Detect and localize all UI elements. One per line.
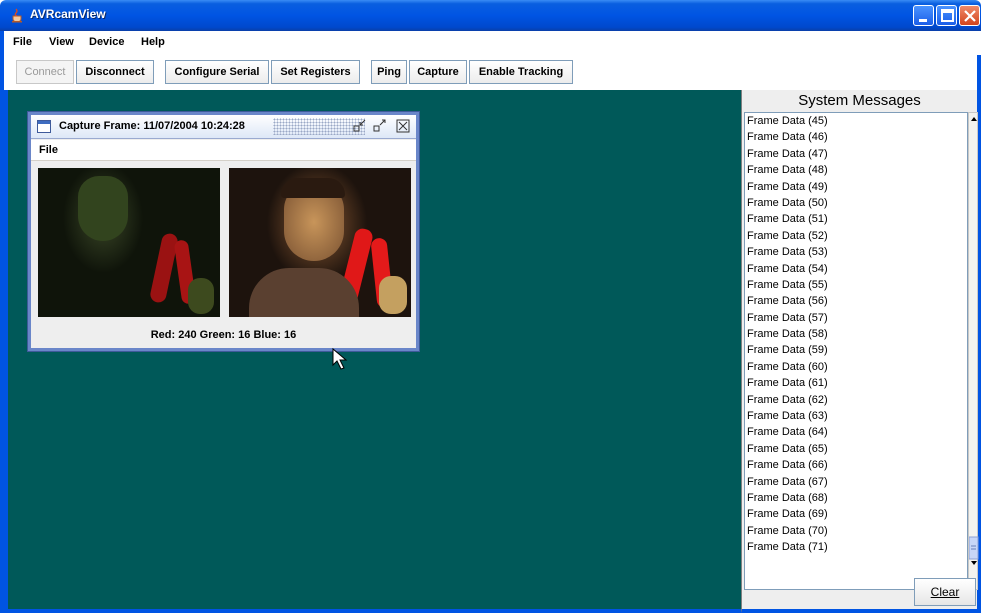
disconnect-button[interactable]: Disconnect xyxy=(76,60,154,84)
menu-help[interactable]: Help xyxy=(141,36,165,48)
enable-tracking-button[interactable]: Enable Tracking xyxy=(469,60,573,84)
captured-frame-image[interactable] xyxy=(229,168,411,317)
message-row[interactable]: Frame Data (55) xyxy=(745,277,967,293)
clear-button[interactable]: Clear xyxy=(914,578,976,606)
menu-bar: File View Device Help xyxy=(0,31,981,55)
connect-button[interactable]: Connect xyxy=(16,60,74,84)
message-row[interactable]: Frame Data (70) xyxy=(745,523,967,539)
menu-device[interactable]: Device xyxy=(89,36,124,48)
capture-frame-title-bar[interactable]: Capture Frame: 11/07/2004 10:24:28 xyxy=(31,115,416,139)
rgb-readout: Red: 240 Green: 16 Blue: 16 xyxy=(150,329,297,341)
system-messages-list[interactable]: Frame Data (45) Frame Data (46) Frame Data… xyxy=(744,112,968,590)
message-row[interactable]: Frame Data (66) xyxy=(745,457,967,473)
window-title: AVRcamView xyxy=(30,7,106,21)
system-messages-heading: System Messages xyxy=(798,92,921,109)
close-icon xyxy=(964,10,976,22)
maximize-icon xyxy=(941,9,954,22)
message-row[interactable]: Frame Data (48) xyxy=(745,162,967,178)
capture-frame-title: Capture Frame: 11/07/2004 10:24:28 xyxy=(59,120,245,132)
menu-file[interactable]: File xyxy=(13,36,32,48)
color-map-image[interactable] xyxy=(38,168,220,317)
message-row[interactable]: Frame Data (52) xyxy=(745,228,967,244)
frame-window-icon xyxy=(37,120,51,133)
vertical-scrollbar[interactable] xyxy=(968,112,979,590)
message-row[interactable]: Frame Data (49) xyxy=(745,179,967,195)
message-row[interactable]: Frame Data (45) xyxy=(745,113,967,129)
mouse-pointer-icon xyxy=(332,347,348,370)
title-grip xyxy=(273,118,365,135)
capture-button[interactable]: Capture xyxy=(409,60,467,84)
message-row[interactable]: Frame Data (65) xyxy=(745,441,967,457)
message-row[interactable]: Frame Data (50) xyxy=(745,195,967,211)
message-row[interactable]: Frame Data (71) xyxy=(745,539,967,555)
message-row[interactable]: Frame Data (59) xyxy=(745,342,967,358)
system-messages-panel: System Messages Frame Data (45) Frame Dat… xyxy=(741,90,981,613)
message-row[interactable]: Frame Data (56) xyxy=(745,293,967,309)
toolbar: Connect Disconnect Configure Serial Set … xyxy=(0,55,981,90)
window-title-bar[interactable]: AVRcamView xyxy=(0,0,981,31)
close-button[interactable] xyxy=(959,5,980,26)
message-row[interactable]: Frame Data (57) xyxy=(745,310,967,326)
message-row[interactable]: Frame Data (67) xyxy=(745,474,967,490)
message-row[interactable]: Frame Data (68) xyxy=(745,490,967,506)
configure-serial-button[interactable]: Configure Serial xyxy=(165,60,269,84)
message-row[interactable]: Frame Data (53) xyxy=(745,244,967,260)
clear-label: Clear xyxy=(930,585,960,599)
message-row[interactable]: Frame Data (46) xyxy=(745,129,967,145)
message-row[interactable]: Frame Data (60) xyxy=(745,359,967,375)
message-row[interactable]: Frame Data (69) xyxy=(745,506,967,522)
message-row[interactable]: Frame Data (61) xyxy=(745,375,967,391)
close-frame-icon[interactable] xyxy=(396,119,410,133)
capture-frame-menu-bar: File xyxy=(31,140,416,161)
capture-menu-file[interactable]: File xyxy=(39,144,58,156)
message-row[interactable]: Frame Data (63) xyxy=(745,408,967,424)
message-row[interactable]: Frame Data (51) xyxy=(745,211,967,227)
message-row[interactable]: Frame Data (47) xyxy=(745,146,967,162)
message-row[interactable]: Frame Data (58) xyxy=(745,326,967,342)
minimize-icon xyxy=(919,19,927,22)
minimize-button[interactable] xyxy=(913,5,934,26)
java-cup-icon xyxy=(12,8,22,23)
set-registers-button[interactable]: Set Registers xyxy=(271,60,360,84)
scrollbar-arrows-icon xyxy=(968,117,979,565)
capture-frame-window[interactable]: Capture Frame: 11/07/2004 10:24:28 File xyxy=(28,112,419,351)
message-row[interactable]: Frame Data (64) xyxy=(745,424,967,440)
maximize-frame-icon[interactable] xyxy=(373,119,387,133)
message-row[interactable]: Frame Data (62) xyxy=(745,392,967,408)
ping-button[interactable]: Ping xyxy=(371,60,407,84)
message-row[interactable]: Frame Data (54) xyxy=(745,261,967,277)
menu-view[interactable]: View xyxy=(49,36,74,48)
iconify-icon[interactable] xyxy=(353,119,367,133)
maximize-button[interactable] xyxy=(936,5,957,26)
